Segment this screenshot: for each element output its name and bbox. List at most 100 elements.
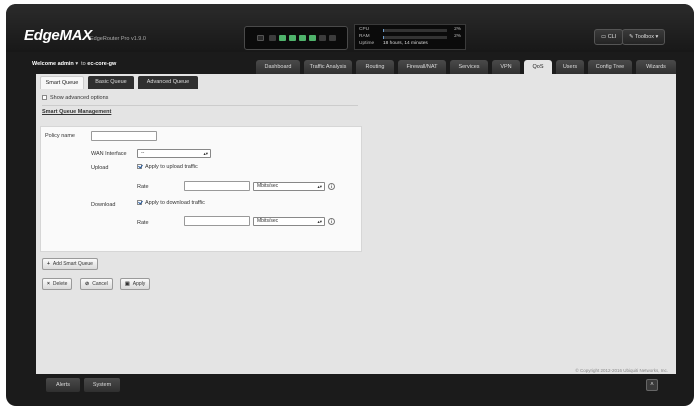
cancel-button[interactable]: ⊘ Cancel [80, 278, 113, 290]
plus-icon: + [47, 261, 50, 267]
upload-rate-unit-value: Mbits/sec [257, 183, 279, 189]
apply-download-checkbox[interactable] [137, 200, 142, 206]
policy-name-input[interactable] [91, 131, 157, 141]
cancel-icon: ⊘ [85, 281, 90, 287]
tab-traffic-analysis[interactable]: Traffic Analysis [304, 60, 352, 74]
alerts-tab[interactable]: Alerts [46, 378, 80, 392]
upload-rate-info-icon[interactable]: i [328, 183, 335, 190]
tab-wizards[interactable]: Wizards [636, 60, 676, 74]
wan-interface-select[interactable]: -- ▴▾ [137, 149, 211, 158]
select-arrow-icon: ▴▾ [203, 151, 208, 156]
apply-label: Apply [132, 281, 146, 287]
router-model: EdgeRouter Pro v1.9.0 [90, 36, 146, 42]
wan-interface-label: WAN Interface [91, 151, 127, 157]
ram-bar [383, 36, 447, 39]
main-nav: Welcome admin ▾ to ec-core-gw Dashboard … [30, 56, 682, 74]
tab-users[interactable]: Users [556, 60, 584, 74]
system-stats: CPU 2% RAM 2% Uptime 18 hours, 14 minute… [354, 24, 466, 50]
apply-download-option[interactable]: Apply to download traffic [137, 200, 205, 206]
delete-label: Delete [52, 281, 68, 287]
welcome-prefix: Welcome [32, 61, 57, 67]
caret-down-icon: ▾ [75, 61, 79, 67]
expand-up-icon[interactable]: ˄ [646, 379, 658, 391]
port-indicator [269, 35, 276, 41]
caret-down-icon: ▾ [655, 34, 659, 40]
cpu-bar-fill [383, 29, 385, 32]
divider [42, 105, 358, 106]
cpu-bar [383, 29, 447, 32]
ram-label: RAM [359, 34, 370, 39]
upload-rate-label: Rate [137, 184, 149, 190]
tab-dashboard[interactable]: Dashboard [256, 60, 300, 74]
show-advanced-label: Show advanced options [50, 95, 109, 101]
add-smart-queue-label: Add Smart Queue [52, 261, 93, 267]
download-rate-unit-value: Mbits/sec [257, 218, 279, 224]
upload-rate-input[interactable] [184, 181, 250, 191]
apply-upload-checkbox[interactable] [137, 164, 142, 170]
tab-config-tree[interactable]: Config Tree [588, 60, 632, 74]
subtab-advanced-queue[interactable]: Advanced Queue [138, 76, 198, 89]
download-label: Download [91, 202, 116, 208]
copyright-text: © Copyright 2012-2016 Ubiquiti Networks,… [575, 368, 668, 373]
tab-routing[interactable]: Routing [356, 60, 394, 74]
welcome-text: Welcome admin ▾ to ec-core-gw [32, 61, 116, 67]
subtab-smart-queue[interactable]: Smart Queue [40, 76, 84, 89]
select-arrow-icon: ▴▾ [317, 219, 322, 224]
cli-button[interactable]: ▭ CLI [594, 29, 624, 45]
delete-button[interactable]: × Delete [42, 278, 73, 290]
close-icon: × [47, 281, 50, 287]
subtab-basic-queue[interactable]: Basic Queue [88, 76, 134, 89]
tab-vpn[interactable]: VPN [492, 60, 520, 74]
apply-button[interactable]: ▣ Apply [120, 278, 151, 290]
cancel-label: Cancel [92, 281, 108, 287]
toolbox-button[interactable]: ✎ Toolbox ▾ [622, 29, 666, 45]
smart-queue-form: Policy name WAN Interface -- ▴▾ Upload A… [40, 126, 362, 252]
download-rate-info-icon[interactable]: i [328, 218, 335, 225]
port-indicator [279, 35, 286, 41]
qos-content: Smart Queue Basic Queue Advanced Queue S… [36, 74, 676, 374]
port-status-panel [244, 26, 348, 50]
upload-label: Upload [91, 165, 109, 171]
port-indicator [299, 35, 306, 41]
cpu-label: CPU [359, 27, 370, 32]
upload-rate-unit-select[interactable]: Mbits/sec ▴▾ [253, 182, 325, 191]
uptime-label: Uptime [359, 41, 375, 46]
system-tab[interactable]: System [84, 378, 120, 392]
apply-upload-label: Apply to upload traffic [145, 164, 198, 170]
ram-value: 2% [454, 34, 461, 39]
port-indicator [257, 35, 264, 41]
show-advanced-option[interactable]: Show advanced options [42, 95, 108, 101]
tab-qos[interactable]: QoS [524, 60, 552, 74]
hostname: ec-core-gw [87, 61, 117, 67]
port-indicator [289, 35, 296, 41]
download-rate-unit-select[interactable]: Mbits/sec ▴▾ [253, 217, 325, 226]
uptime-value: 18 hours, 14 minutes [383, 41, 428, 46]
ram-stat: RAM 2% [359, 34, 463, 41]
policy-name-label: Policy name [45, 133, 75, 139]
bottom-bar: Alerts System ˄ [36, 378, 676, 392]
wan-interface-value: -- [141, 150, 145, 156]
app-window: EdgeMAX EdgeRouter Pro v1.9.0 CPU 2% RAM… [6, 4, 694, 406]
apply-upload-option[interactable]: Apply to upload traffic [137, 164, 198, 170]
tab-firewall-nat[interactable]: Firewall/NAT [398, 60, 446, 74]
terminal-icon: ▭ [601, 34, 607, 40]
show-advanced-checkbox[interactable] [42, 95, 47, 101]
wrench-icon: ✎ [629, 34, 634, 40]
cpu-stat: CPU 2% [359, 27, 463, 34]
user-menu[interactable]: admin [58, 61, 74, 67]
cpu-value: 2% [454, 27, 461, 32]
uptime-stat: Uptime 18 hours, 14 minutes [359, 41, 463, 48]
section-title: Smart Queue Management [42, 109, 112, 115]
add-smart-queue-button[interactable]: + Add Smart Queue [42, 258, 98, 270]
toolbox-label: Toolbox [635, 34, 655, 40]
ram-bar-fill [383, 36, 385, 39]
save-icon: ▣ [125, 281, 130, 287]
select-arrow-icon: ▴▾ [317, 184, 322, 189]
port-indicator [309, 35, 316, 41]
edgemax-logo: EdgeMAX [24, 27, 92, 44]
cli-label: CLI [607, 34, 617, 40]
port-indicator [319, 35, 326, 41]
apply-download-label: Apply to download traffic [145, 200, 205, 206]
download-rate-input[interactable] [184, 216, 250, 226]
tab-services[interactable]: Services [450, 60, 488, 74]
